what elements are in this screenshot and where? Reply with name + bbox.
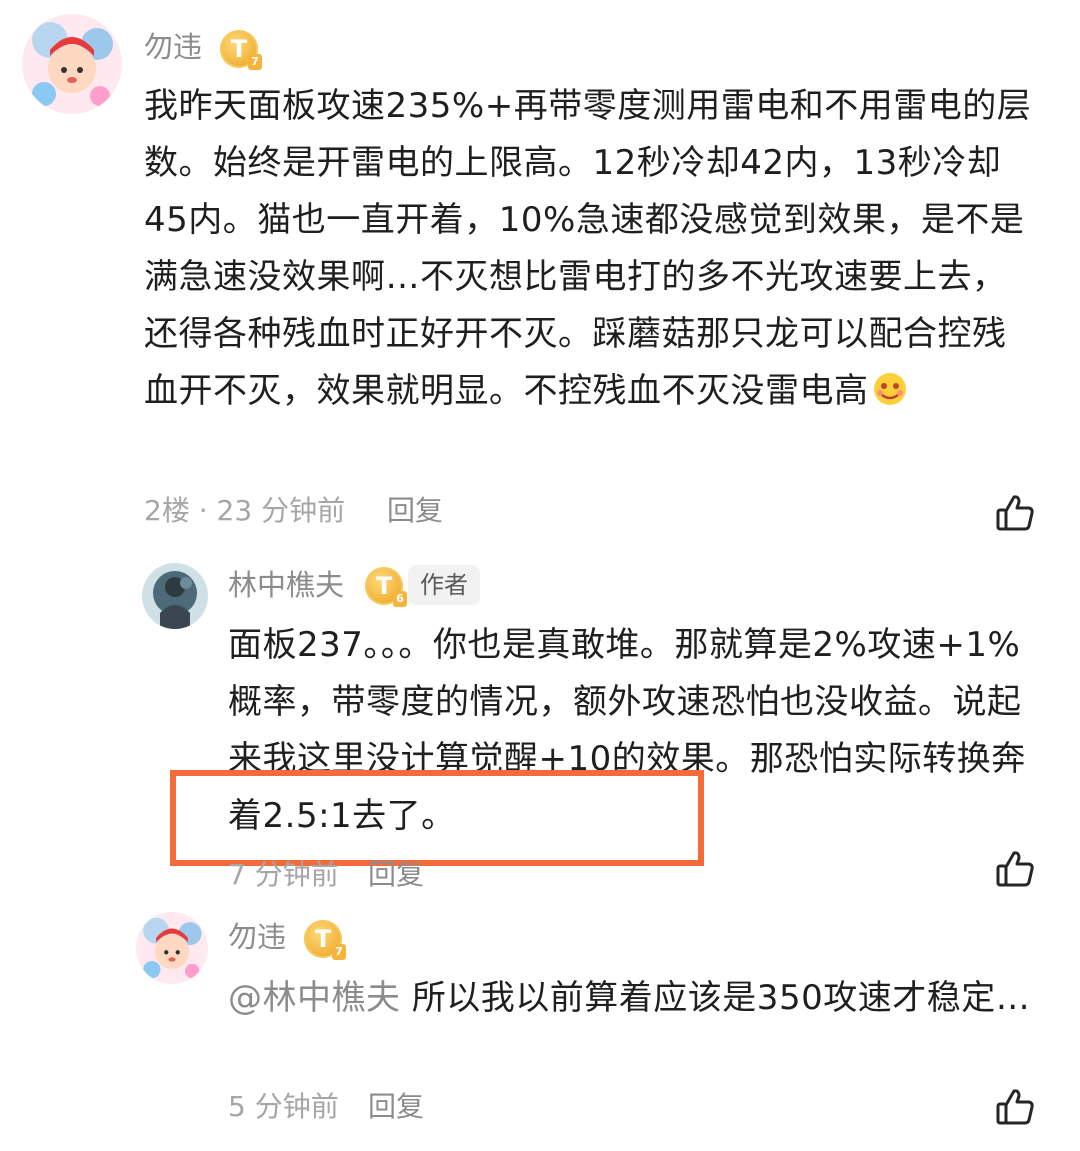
avatar[interactable] [142, 563, 208, 629]
user-name[interactable]: 勿违 [228, 920, 286, 954]
author-badge: 作者 [408, 565, 480, 605]
reply-button[interactable]: 回复 [387, 494, 443, 528]
level-badge-icon: T 7 [304, 920, 346, 960]
reply-button[interactable]: 回复 [368, 1090, 424, 1124]
user-name[interactable]: 林中樵夫 [228, 568, 344, 602]
timestamp: 5 分钟前 [228, 1090, 339, 1123]
comment-text: 我昨天面板攻速235%+再带零度测用雷电和不用雷电的层数。始终是开雷电的上限高。… [144, 86, 1032, 411]
like-icon[interactable] [994, 848, 1036, 890]
level-letter: T [314, 925, 332, 953]
emoji-icon [871, 369, 909, 407]
mention-link[interactable]: @林中樵夫 [228, 978, 401, 1018]
meta-separator: · [198, 494, 217, 527]
timestamp: 23 分钟前 [216, 494, 346, 527]
reply-button[interactable]: 回复 [368, 858, 424, 892]
like-icon[interactable] [994, 1086, 1036, 1128]
like-icon[interactable] [994, 492, 1036, 534]
comment-text: @林中樵夫 所以我以前算着应该是350攻速才稳定… [228, 970, 1040, 1027]
timestamp: 7 分钟前 [228, 858, 339, 891]
avatar[interactable] [22, 14, 122, 114]
highlight-box [170, 770, 704, 866]
comment-body: 所以我以前算着应该是350攻速才稳定… [411, 978, 1031, 1018]
level-number: 7 [332, 944, 346, 960]
level-badge-icon: T 6 [365, 567, 407, 607]
comment-meta: 2楼 · 23 分钟前 [144, 494, 345, 528]
level-letter: T [375, 572, 393, 600]
level-number: 6 [393, 591, 407, 607]
level-number: 7 [248, 54, 262, 70]
floor-number: 2楼 [144, 494, 190, 527]
level-letter: T [230, 35, 248, 63]
level-badge-icon: T 7 [220, 30, 262, 70]
user-name[interactable]: 勿违 [144, 30, 202, 64]
avatar[interactable] [136, 912, 208, 984]
